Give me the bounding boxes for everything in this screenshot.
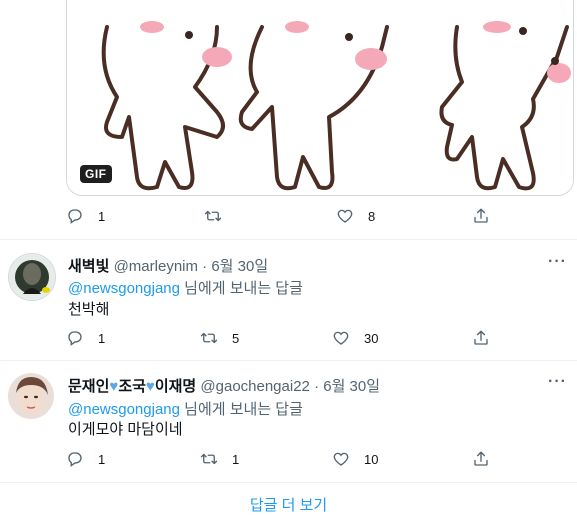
reply-button[interactable]: 1 [66,450,105,468]
retweet-button[interactable] [204,207,236,225]
display-name-part: 이재명 [154,378,197,395]
separator-dot: · [314,378,320,395]
reply-context-text: 님에게 보내는 답글 [179,280,303,297]
divider [0,482,577,483]
gif-illustration [101,21,571,191]
heart-icon [333,452,349,466]
reply-button[interactable]: 1 [66,329,105,347]
reply-icon [68,331,82,346]
share-button[interactable] [472,450,490,468]
tweet-text: 천박해 [68,301,110,318]
reply-count: 1 [98,330,106,346]
avatar[interactable] [8,373,54,419]
share-icon [474,208,488,223]
display-name-part: 조국 [118,378,146,395]
gif-media-card[interactable]: GIF [66,0,574,196]
retweet-icon [204,210,222,222]
like-button[interactable]: 8 [336,207,375,225]
tweet-actions: 1 5 30 [66,329,506,349]
display-name-part: 문재인 [68,378,110,395]
heart-icon [337,209,353,223]
tweet-date[interactable]: 6월 30일 [323,378,380,395]
display-name[interactable]: 새벽빛 [68,258,109,275]
retweet-icon [200,453,218,465]
like-count: 8 [368,208,376,224]
user-handle[interactable]: @marleynim [114,258,198,275]
tweet-actions: 1 1 10 [66,450,506,470]
avatar-image [9,254,55,300]
reply-icon [68,452,82,467]
avatar-image [8,373,54,419]
reply-tweet[interactable]: 새벽빛 @marleynim · 6월 30일 ··· @newsgongjan… [0,240,577,360]
share-icon [474,451,488,466]
reply-count: 1 [98,451,106,467]
share-button[interactable] [472,329,490,347]
retweet-icon [200,332,218,344]
blue-heart-icon: ♥ [109,378,119,395]
user-handle[interactable]: @gaochengai22 [200,378,309,395]
like-button[interactable]: 10 [332,450,378,468]
share-icon [474,330,488,345]
mention-link[interactable]: @newsgongjang [68,401,180,418]
more-options-icon[interactable]: ··· [548,373,567,391]
tweet-text: 이게모야 마담이네 [68,421,183,438]
like-button[interactable]: 30 [332,329,378,347]
like-count: 30 [364,330,379,346]
retweet-count: 1 [232,451,240,467]
separator-dot: · [202,258,208,275]
reply-context: @newsgongjang 님에게 보내는 답글 [68,398,303,419]
share-button[interactable] [472,207,490,225]
reply-icon [68,209,82,224]
retweet-count: 5 [232,330,240,346]
reply-context-text: 님에게 보내는 답글 [179,401,303,418]
blue-heart-icon: ♥ [145,378,155,395]
reply-count: 1 [98,208,106,224]
reply-tweet[interactable]: 문재인♥조국♥이재명 @gaochengai22 · 6월 30일 ··· @n… [0,361,577,483]
avatar[interactable] [8,253,56,301]
more-options-icon[interactable]: ··· [548,253,567,271]
tweet-header: 새벽빛 @marleynim · 6월 30일 [68,255,268,276]
retweet-button[interactable]: 1 [200,450,239,468]
mention-link[interactable]: @newsgongjang [68,280,180,297]
reply-context: @newsgongjang 님에게 보내는 답글 [68,277,303,298]
gif-badge: GIF [80,165,112,183]
heart-icon [333,331,349,345]
reply-button[interactable]: 1 [66,207,105,225]
tweet-actions: 1 8 [66,207,506,227]
like-count: 10 [364,451,379,467]
tweet-date[interactable]: 6월 30일 [211,258,268,275]
tweet-header: 문재인♥조국♥이재명 @gaochengai22 · 6월 30일 [68,375,380,396]
retweet-button[interactable]: 5 [200,329,239,347]
display-name[interactable]: 문재인♥조국♥이재명 [68,378,196,395]
